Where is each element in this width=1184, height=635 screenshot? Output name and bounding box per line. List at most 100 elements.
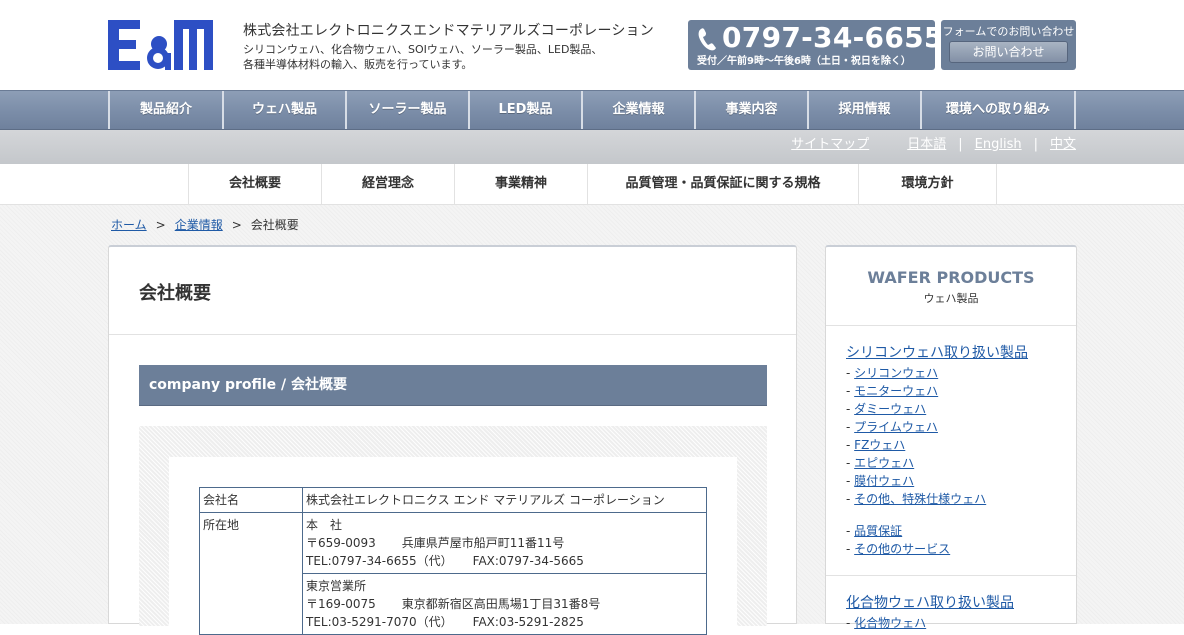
side-list-silicon-wafers: - シリコンウェハ - モニターウェハ - ダミーウェハ - プライムウェハ -… [846, 364, 986, 508]
head-office-postal-address: 〒659-0093 兵庫県芦屋市船戸町11番11号 [306, 534, 703, 552]
list-item: - ダミーウェハ [846, 402, 927, 416]
head-office-tel: TEL:0797-34-6655（代） [306, 554, 453, 568]
nav-item-recruit[interactable]: 採用情報 [807, 91, 920, 129]
head-office-postal: 〒659-0093 [306, 536, 376, 550]
list-item: - エピウェハ [846, 456, 915, 470]
company-description-line: シリコンウェハ、化合物ウェハ、SOIウェハ、ソーラー製品、LED製品、 [243, 43, 603, 56]
tokyo-office-fax: FAX:03-5291-2825 [472, 615, 584, 629]
language-link-chinese[interactable]: 中文 [1050, 137, 1076, 152]
side-list-services: - 品質保証 - その他のサービス [846, 522, 950, 558]
nav-item-led-products[interactable]: LED製品 [468, 91, 581, 129]
side-link-special-wafer[interactable]: その他、特殊仕様ウェハ [854, 492, 986, 506]
nav-item-wafer-products[interactable]: ウェハ製品 [222, 91, 345, 129]
list-item: - モニターウェハ [846, 384, 939, 398]
head-office-address: 兵庫県芦屋市船戸町11番11号 [401, 536, 565, 550]
side-link-prime-wafer[interactable]: プライムウェハ [854, 420, 938, 434]
tokyo-office-cell: 東京営業所 〒169-0075 東京都新宿区高田馬場1丁目31番8号 TEL:03… [302, 573, 707, 635]
list-item: - 品質保証 [846, 524, 903, 538]
sitemap-link[interactable]: サイトマップ [791, 137, 869, 152]
side-panel-title: WAFER PRODUCTS [867, 268, 1035, 287]
sub-nav: 会社概要 経営理念 事業精神 品質管理・品質保証に関する規格 環境方針 [0, 164, 1184, 205]
tokyo-office-postal-address: 〒169-0075 東京都新宿区高田馬場1丁目31番8号 [306, 595, 703, 613]
contact-button[interactable]: お問い合わせ [949, 41, 1068, 63]
tokyo-office-address: 東京都新宿区高田馬場1丁目31番8号 [401, 597, 601, 611]
form-contact-label: フォームでのお問い合わせ [942, 25, 1075, 38]
side-panel-subtitle: ウェハ製品 [923, 292, 979, 305]
list-item: - その他、特殊仕様ウェハ [846, 492, 987, 506]
head-office-fax: FAX:0797-34-5665 [472, 554, 584, 568]
breadcrumb-arrow: > [155, 218, 166, 232]
subnav-item-quality-standards[interactable]: 品質管理・品質保証に関する規格 [587, 164, 858, 204]
nav-item-products[interactable]: 製品紹介 [108, 91, 222, 129]
side-link-silicon-wafer[interactable]: シリコンウェハ [854, 366, 938, 380]
breadcrumb-parent-link[interactable]: 企業情報 [175, 218, 223, 232]
side-link-compound-wafer[interactable]: 化合物ウェハ [854, 616, 926, 630]
side-link-other-services[interactable]: その他のサービス [854, 542, 950, 556]
tokyo-office-title: 東京営業所 [306, 579, 367, 593]
side-link-silicon-wafer-products[interactable]: シリコンウェハ取り扱い製品 [846, 342, 1028, 362]
row-label-company-name: 会社名 [199, 487, 303, 513]
side-link-dummy-wafer[interactable]: ダミーウェハ [854, 402, 926, 416]
side-link-film-wafer[interactable]: 膜付ウェハ [854, 474, 914, 488]
section-heading: company profile / 会社概要 [139, 365, 767, 406]
nav-item-business[interactable]: 事業内容 [694, 91, 807, 129]
page-title: 会社概要 [139, 283, 211, 304]
table-row: 会社名 株式会社エレクトロニクス エンド マテリアルズ コーポレーション [199, 487, 707, 513]
side-link-epi-wafer[interactable]: エピウェハ [854, 456, 914, 470]
side-list-compound-wafers: - 化合物ウェハ [846, 614, 926, 632]
nav-item-corporate-info[interactable]: 企業情報 [581, 91, 694, 129]
subnav-item-environmental-policy[interactable]: 環境方針 [858, 164, 997, 204]
tokyo-office-tel-fax: TEL:03-5291-7070（代） FAX:03-5291-2825 [306, 613, 703, 631]
side-link-fz-wafer[interactable]: FZウェハ [854, 438, 905, 452]
divider [109, 334, 796, 335]
nav-item-solar-products[interactable]: ソーラー製品 [345, 91, 468, 129]
tokyo-office-postal: 〒169-0075 [306, 597, 376, 611]
company-name: 株式会社エレクトロニクスエンドマテリアルズコーポレーション [243, 23, 654, 39]
company-description-line: 各種半導体材料の輸入、販売を行っています。 [243, 58, 473, 71]
tokyo-office-tel: TEL:03-5291-7070（代） [306, 615, 453, 629]
side-link-quality-assurance[interactable]: 品質保証 [854, 524, 902, 538]
row-label-address: 所在地 [199, 512, 303, 635]
phone-number[interactable]: 0797-34-6655 [722, 21, 944, 54]
profile-frame: 会社名 株式会社エレクトロニクス エンド マテリアルズ コーポレーション 所在地… [139, 426, 767, 635]
list-item: - シリコンウェハ [846, 366, 939, 380]
main-content-panel: 会社概要 company profile / 会社概要 会社名 株式会社エレクト… [108, 245, 797, 635]
table-row: 所在地 本 社 〒659-0093 兵庫県芦屋市船戸町11番11号 TEL:079… [199, 512, 707, 635]
form-contact-box: フォームでのお問い合わせ お問い合わせ [941, 20, 1076, 70]
language-separator: | [1033, 137, 1038, 152]
list-item: - FZウェハ [846, 438, 906, 452]
head-office-cell: 本 社 〒659-0093 兵庫県芦屋市船戸町11番11号 TEL:0797-34… [302, 512, 707, 574]
head-office-tel-fax: TEL:0797-34-6655（代） FAX:0797-34-5665 [306, 552, 703, 570]
nav-item-environment[interactable]: 環境への取り組み [920, 91, 1076, 129]
side-panel-wafer-products: WAFER PRODUCTS ウェハ製品 シリコンウェハ取り扱い製品 - シリコ… [825, 245, 1077, 630]
company-description: シリコンウェハ、化合物ウェハ、SOIウェハ、ソーラー製品、LED製品、 各種半導… [243, 42, 602, 72]
phone-contact-box: 0797-34-6655 受付／午前9時〜午後6時（土日・祝日を除く） [688, 20, 943, 70]
row-value-company-name: 株式会社エレクトロニクス エンド マテリアルズ コーポレーション [302, 487, 707, 513]
list-item: - 化合物ウェハ [846, 616, 927, 630]
language-link-english[interactable]: English [975, 137, 1022, 152]
subnav-item-philosophy[interactable]: 経営理念 [321, 164, 454, 204]
divider [826, 575, 1076, 576]
company-logo[interactable] [108, 20, 213, 70]
breadcrumb-current: 会社概要 [250, 218, 299, 232]
list-item: - その他のサービス [846, 542, 951, 556]
side-link-monitor-wafer[interactable]: モニターウェハ [854, 384, 938, 398]
site-header: 株式会社エレクトロニクスエンドマテリアルズコーポレーション シリコンウェハ、化合… [0, 0, 1184, 90]
subnav-item-company-overview[interactable]: 会社概要 [188, 164, 321, 204]
profile-card: 会社名 株式会社エレクトロニクス エンド マテリアルズ コーポレーション 所在地… [169, 457, 737, 635]
divider [826, 325, 1076, 326]
phone-icon [698, 28, 716, 51]
head-office-title: 本 社 [306, 518, 343, 532]
utility-links: サイトマップ 日本語 | English | 中文 [791, 130, 1076, 164]
list-item: - プライムウェハ [846, 420, 938, 434]
utility-bar: サイトマップ 日本語 | English | 中文 [0, 130, 1184, 164]
breadcrumb: ホーム > 企業情報 > 会社概要 [111, 216, 299, 233]
company-name-value: 株式会社エレクトロニクス エンド マテリアルズ コーポレーション [306, 493, 665, 507]
company-profile-table: 会社名 株式会社エレクトロニクス エンド マテリアルズ コーポレーション 所在地… [199, 487, 707, 635]
language-link-japanese[interactable]: 日本語 [907, 137, 946, 152]
breadcrumb-arrow: > [231, 218, 242, 232]
breadcrumb-home-link[interactable]: ホーム [111, 218, 147, 232]
phone-hours: 受付／午前9時〜午後6時（土日・祝日を除く） [697, 56, 911, 67]
side-link-compound-wafer-products[interactable]: 化合物ウェハ取り扱い製品 [846, 592, 1014, 612]
subnav-item-business-spirit[interactable]: 事業精神 [454, 164, 587, 204]
